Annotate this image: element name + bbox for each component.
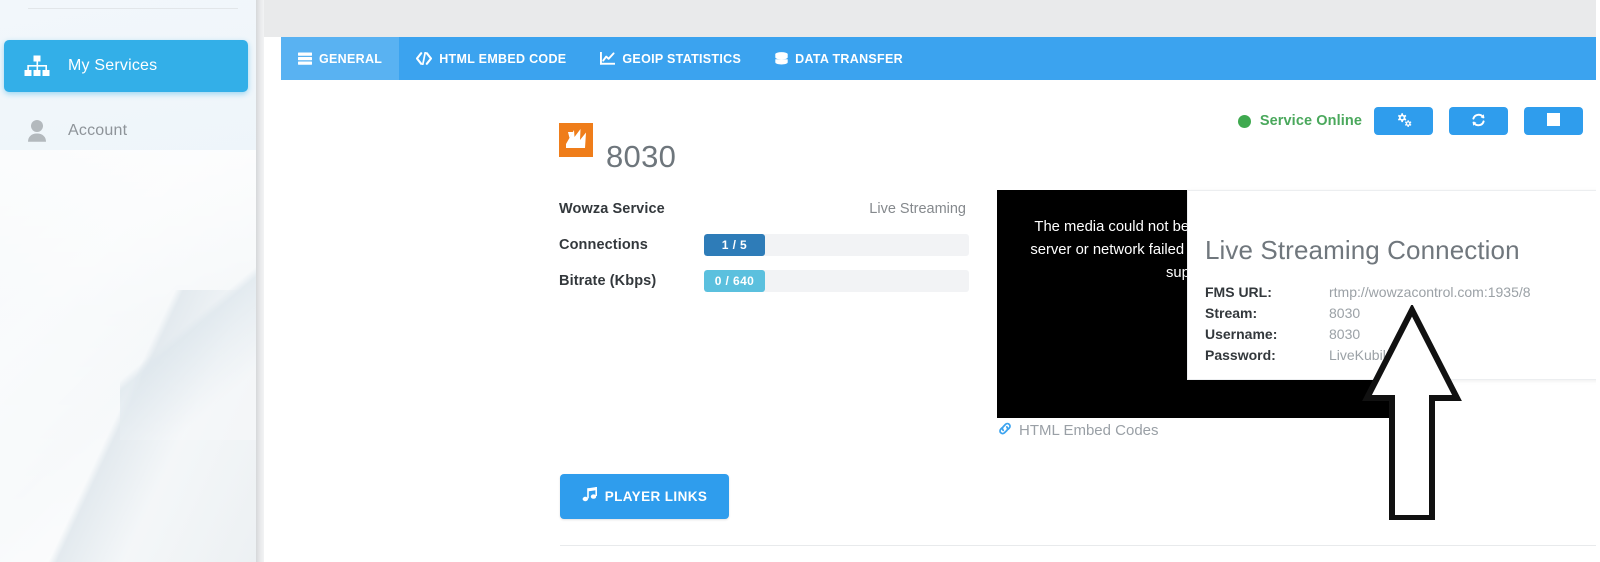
connection-value: LiveKubik (1329, 347, 1390, 363)
settings-button[interactable] (1374, 107, 1433, 135)
sidebar-background-ridge-secondary (120, 240, 256, 440)
tab-label: HTML EMBED CODE (439, 51, 567, 66)
sidebar: My Services Account (0, 0, 256, 562)
stat-label: Connections (559, 237, 648, 253)
gears-icon (1395, 112, 1413, 131)
stop-square-icon (1546, 112, 1561, 130)
connection-key: FMS URL: (1205, 284, 1272, 300)
connection-value: 8030 (1329, 305, 1361, 321)
bitrate-progress-bar: 0 / 640 (704, 270, 969, 292)
live-streaming-connection-panel: Live Streaming Connection FMS URL: rtmp:… (1187, 190, 1600, 380)
sidebar-top-divider (28, 8, 238, 9)
stat-row-connections: Connections 1 / 5 (559, 232, 969, 258)
service-header: 8030 Service Online (281, 80, 1600, 183)
connection-key: Stream: (1205, 305, 1258, 321)
section-divider (560, 545, 1600, 546)
music-note-icon (582, 487, 599, 506)
stat-row-wowza-service: Wowza Service Live Streaming (559, 196, 969, 222)
connections-progress-bar: 1 / 5 (704, 234, 969, 256)
tab-label: GENERAL (319, 51, 383, 66)
stat-label: Bitrate (Kbps) (559, 273, 657, 289)
connection-key: Password: (1205, 347, 1276, 363)
wowza-logo-icon (559, 123, 593, 157)
line-chart-icon (600, 52, 616, 65)
connections-progress-fill: 1 / 5 (704, 234, 765, 256)
database-icon (775, 51, 788, 66)
restart-button[interactable] (1449, 107, 1508, 135)
html-embed-codes-label: HTML Embed Codes (1019, 422, 1159, 439)
sidebar-item-account[interactable]: Account (4, 105, 248, 157)
chain-link-icon (997, 421, 1013, 440)
connection-details-list: FMS URL: rtmp://wowzacontrol.com:1935/8 … (1205, 284, 1600, 368)
connection-value: 8030 (1329, 326, 1361, 342)
connection-panel-title: Live Streaming Connection (1205, 235, 1520, 265)
tab-label: GEOIP STATISTICS (622, 51, 742, 66)
refresh-icon (1470, 112, 1487, 131)
tab-bar: GENERAL HTML EMBED CODE GEOIP STATISTICS… (281, 37, 1600, 80)
tab-geoip-statistics[interactable]: GEOIP STATISTICS (583, 37, 758, 80)
stat-label: Wowza Service (559, 201, 665, 217)
sidebar-scrollbar[interactable] (256, 0, 264, 562)
connection-row-username: Username: 8030 (1205, 326, 1600, 347)
tab-html-embed-code[interactable]: HTML EMBED CODE (399, 37, 583, 80)
stat-row-bitrate: Bitrate (Kbps) 0 / 640 (559, 268, 969, 294)
code-icon (416, 52, 433, 65)
service-stats: Wowza Service Live Streaming Connections… (559, 196, 969, 304)
connection-value: rtmp://wowzacontrol.com:1935/8 (1329, 284, 1531, 300)
right-page-gutter (1596, 0, 1600, 562)
status-dot-icon (1237, 114, 1251, 128)
sidebar-item-label: Account (68, 122, 128, 139)
sitemap-icon (18, 55, 56, 77)
sidebar-item-my-services[interactable]: My Services (4, 40, 248, 92)
connection-row-stream: Stream: 8030 (1205, 305, 1600, 326)
list-icon (298, 52, 312, 65)
stop-button[interactable] (1524, 107, 1583, 135)
sidebar-item-label: My Services (68, 57, 158, 74)
tab-label: DATA TRANSFER (795, 51, 903, 66)
connection-row-password: Password: LiveKubik (1205, 347, 1600, 368)
connection-row-fms-url: FMS URL: rtmp://wowzacontrol.com:1935/8 (1205, 284, 1600, 305)
tab-data-transfer[interactable]: DATA TRANSFER (758, 37, 920, 80)
bitrate-progress-fill: 0 / 640 (704, 270, 765, 292)
page-title: 8030 (606, 138, 677, 174)
user-icon (18, 119, 56, 143)
player-links-button[interactable]: PLAYER LINKS (560, 474, 729, 519)
connection-key: Username: (1205, 326, 1278, 342)
service-status-area: Service Online (1237, 107, 1583, 135)
content-top-strip (264, 0, 1600, 37)
stat-value: Live Streaming (869, 201, 966, 217)
tab-general[interactable]: GENERAL (281, 37, 400, 80)
status-badge: Service Online (1259, 113, 1362, 129)
html-embed-codes-link[interactable]: HTML Embed Codes (997, 421, 1159, 440)
player-links-label: PLAYER LINKS (604, 489, 708, 504)
